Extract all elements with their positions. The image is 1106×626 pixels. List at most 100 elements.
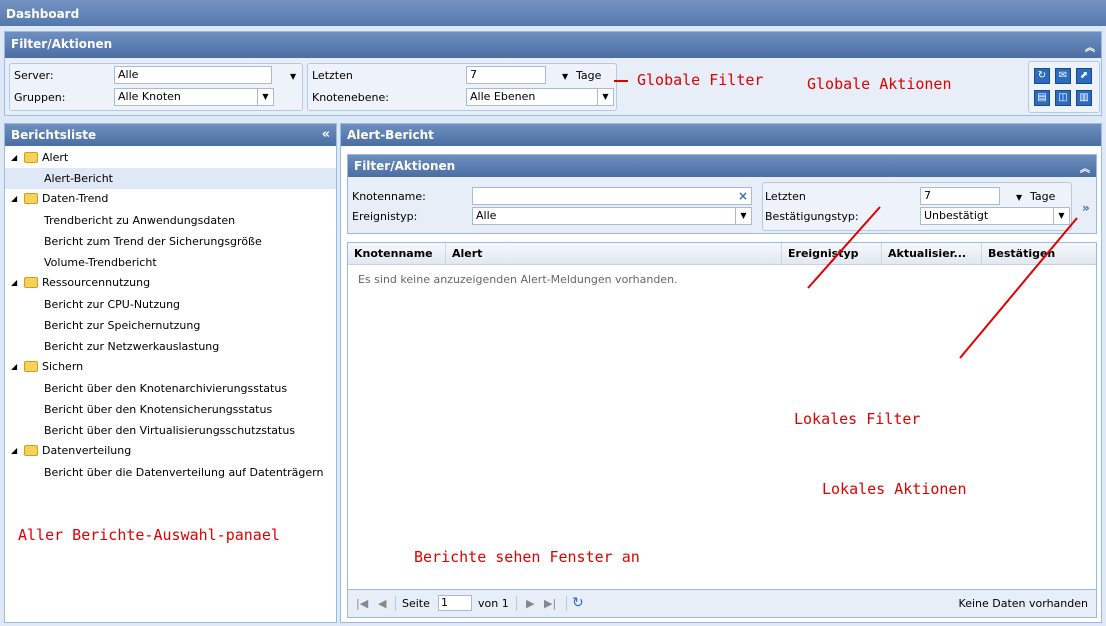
folder-icon — [24, 193, 38, 204]
export-icon[interactable]: ⬈ — [1076, 68, 1092, 84]
report-list-panel: Berichtsliste « ◢ Alert Alert-Bericht ◢ … — [4, 123, 337, 623]
layout-double-icon[interactable]: ◫ — [1055, 90, 1071, 106]
annotation-global-actions: Globale Aktionen — [807, 75, 952, 93]
tree-item-label: Bericht zur Netzwerkauslastung — [44, 340, 220, 353]
prev-page-icon[interactable]: ◀ — [378, 597, 386, 610]
chevron-down-icon[interactable]: ▼ — [257, 89, 273, 105]
expand-actions-icon[interactable]: » — [1082, 201, 1090, 215]
last-label: Letzten — [312, 69, 353, 82]
chevron-down-icon[interactable]: ▼ — [735, 208, 751, 224]
local-panel-title: Filter/Aktionen — [354, 159, 456, 173]
next-page-icon[interactable]: ▶ — [526, 597, 534, 610]
layout-single-icon[interactable]: ▤ — [1034, 90, 1050, 106]
tree-group-distribution[interactable]: ◢ Datenverteilung — [5, 441, 336, 461]
tree-item[interactable]: Bericht zur Speichernutzung — [5, 315, 336, 336]
tree-group-trend[interactable]: ◢ Daten-Trend — [5, 189, 336, 209]
chevron-down-icon[interactable]: ▼ — [1053, 208, 1069, 224]
tree-item[interactable]: Bericht zum Trend der Sicherungsgröße — [5, 231, 336, 252]
global-filter-group-1: Server: Alle ▼ Gruppen: Alle Knoten ▼ — [9, 63, 303, 111]
clear-icon[interactable]: × — [738, 189, 748, 203]
local-last-days-input[interactable]: 7 — [920, 187, 1000, 205]
tree-group-backup[interactable]: ◢ Sichern — [5, 357, 336, 377]
chevron-down-icon[interactable]: ▼ — [290, 72, 296, 81]
app-title: Dashboard — [6, 7, 80, 21]
tree-group-label: Sichern — [42, 360, 84, 373]
tree-item-label: Trendbericht zu Anwendungsdaten — [44, 214, 236, 227]
refresh-icon[interactable]: ↻ — [1034, 68, 1050, 84]
tree-item[interactable]: Bericht über den Virtualisierungsschutzs… — [5, 420, 336, 441]
column-header[interactable]: Aktualisier... — [882, 243, 982, 265]
node-level-select[interactable]: Alle Ebenen ▼ — [466, 88, 614, 106]
refresh-icon[interactable]: ↻ — [572, 595, 584, 611]
local-days-label: Tage — [1030, 190, 1056, 203]
chevron-down-icon[interactable]: ▼ — [597, 89, 613, 105]
tree-item[interactable]: Bericht zur Netzwerkauslastung — [5, 336, 336, 357]
tree-item-label: Bericht über den Knotensicherungsstatus — [44, 403, 273, 416]
tree-item-label: Alert-Bericht — [44, 172, 113, 185]
tree-group-label: Ressourcennutzung — [42, 276, 151, 289]
annotation-local-actions: Lokales Aktionen — [822, 480, 967, 498]
collapse-icon[interactable]: ︽ — [1085, 39, 1095, 54]
column-header[interactable]: Bestätigen — [982, 243, 1096, 265]
tree-item-label: Bericht über den Knotenarchivierungsstat… — [44, 382, 288, 395]
chevron-down-icon[interactable]: ▼ — [1016, 193, 1022, 202]
expand-icon[interactable]: ◢ — [11, 441, 17, 461]
collapse-icon[interactable]: ︽ — [1080, 160, 1090, 175]
groups-select[interactable]: Alle Knoten ▼ — [114, 88, 274, 106]
tree-item[interactable]: Alert-Bericht — [5, 168, 336, 189]
expand-icon[interactable]: ◢ — [11, 357, 17, 377]
annotation-report-select: Aller Berichte-Auswahl-panael — [18, 526, 280, 544]
tree-item[interactable]: Trendbericht zu Anwendungsdaten — [5, 210, 336, 231]
folder-icon — [24, 277, 38, 288]
local-filter-group-2: Letzten 7 ▼ Tage Bestätigungstyp: Unbest… — [762, 182, 1072, 231]
collapse-left-icon[interactable]: « — [322, 127, 330, 142]
event-type-label: Ereignistyp: — [352, 210, 418, 223]
last-days-input[interactable]: 7 — [466, 66, 546, 84]
tree-item[interactable]: Volume-Trendbericht — [5, 252, 336, 273]
node-level-value: Alle Ebenen — [470, 90, 536, 103]
last-page-icon[interactable]: ▶| — [544, 597, 556, 610]
local-panel-header: Filter/Aktionen ︽ — [348, 155, 1096, 177]
report-view-panel: Alert-Bericht Filter/Aktionen ︽ Knotenna… — [340, 123, 1102, 623]
groups-select-value: Alle Knoten — [118, 90, 181, 103]
local-filter-panel: Filter/Aktionen ︽ Knotenname: × Ereignis… — [347, 154, 1097, 234]
column-header[interactable]: Alert — [446, 243, 782, 265]
tree-group-label: Alert — [42, 151, 69, 164]
tree-group-label: Daten-Trend — [42, 192, 109, 205]
pager-separator — [566, 596, 567, 611]
chevron-down-icon[interactable]: ▼ — [562, 72, 568, 81]
pager-status: Keine Daten vorhanden — [958, 597, 1088, 610]
tree-item-label: Bericht zur CPU-Nutzung — [44, 298, 181, 311]
tree-item[interactable]: Bericht über die Datenverteilung auf Dat… — [5, 462, 336, 483]
column-header[interactable]: Ereignistyp — [782, 243, 882, 265]
expand-icon[interactable]: ◢ — [11, 189, 17, 209]
confirm-type-label: Bestätigungstyp: — [765, 210, 859, 223]
node-name-label: Knotenname: — [352, 190, 426, 203]
tree-item[interactable]: Bericht über den Knotenarchivierungsstat… — [5, 378, 336, 399]
app-title-bar: Dashboard — [0, 0, 1106, 26]
node-level-label: Knotenebene: — [312, 91, 389, 104]
email-icon[interactable]: ✉ — [1055, 68, 1071, 84]
event-type-select[interactable]: Alle ▼ — [472, 207, 752, 225]
global-filter-group-2: Letzten 7 ▼ Tage Knotenebene: Alle Ebene… — [307, 63, 617, 111]
confirm-type-select[interactable]: Unbestätigt ▼ — [920, 207, 1070, 225]
tree-group-alert[interactable]: ◢ Alert — [5, 148, 336, 168]
first-page-icon[interactable]: |◀ — [356, 597, 368, 610]
groups-label: Gruppen: — [14, 91, 66, 104]
folder-icon — [24, 152, 38, 163]
tree-group-resources[interactable]: ◢ Ressourcennutzung — [5, 273, 336, 293]
page-input[interactable]: 1 — [438, 595, 472, 611]
column-header[interactable]: Knotenname — [348, 243, 446, 265]
tree-item[interactable]: Bericht zur CPU-Nutzung — [5, 294, 336, 315]
page-count: von 1 — [478, 597, 509, 610]
page-label: Seite — [402, 597, 430, 610]
expand-icon[interactable]: ◢ — [11, 148, 17, 168]
server-label: Server: — [14, 69, 54, 82]
server-input[interactable]: Alle — [114, 66, 272, 84]
confirm-type-value: Unbestätigt — [924, 209, 989, 222]
expand-icon[interactable]: ◢ — [11, 273, 17, 293]
grid-header: Knotenname Alert Ereignistyp Aktualisier… — [348, 243, 1096, 265]
node-name-input[interactable] — [472, 187, 752, 205]
tree-item[interactable]: Bericht über den Knotensicherungsstatus — [5, 399, 336, 420]
layout-triple-icon[interactable]: ▥ — [1076, 90, 1092, 106]
